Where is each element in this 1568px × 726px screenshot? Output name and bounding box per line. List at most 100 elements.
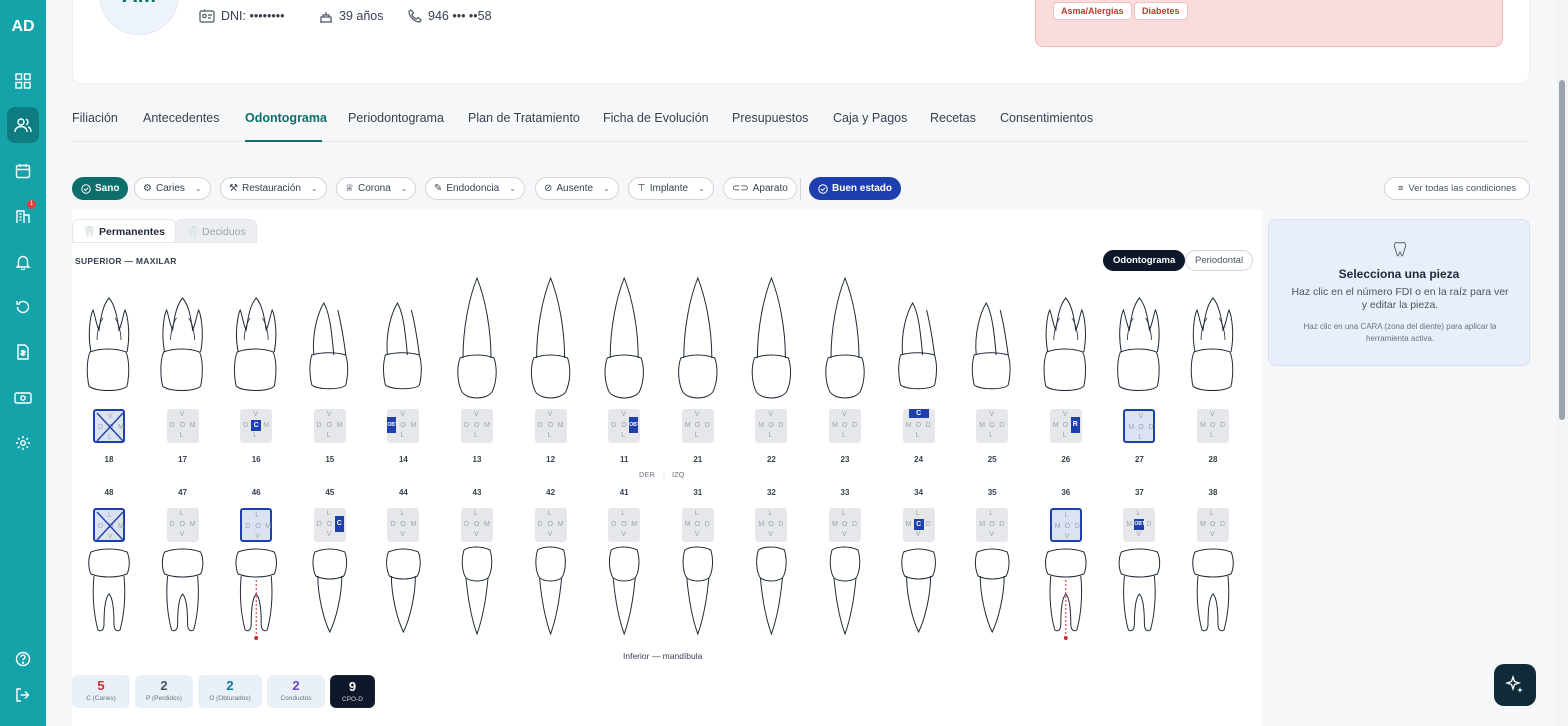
face-letter[interactable]: V [695,531,700,538]
tooth-faces[interactable]: LMODV [976,508,1009,542]
face-letter[interactable]: V [695,411,700,418]
tool-corona-button[interactable]: ♕ Corona ⌄ [336,177,417,200]
tooth-faces[interactable]: LMODV [1049,508,1082,542]
face-letter[interactable]: O [548,521,553,528]
tooth-faces[interactable]: VMODL [829,409,861,443]
face-letter[interactable]: L [768,510,772,517]
face-letter[interactable]: V [916,531,921,538]
tooth-faces[interactable]: LDOMV [93,508,125,542]
face-letter[interactable]: V [548,531,553,538]
fdi-number[interactable]: 33 [830,488,860,497]
fdi-number[interactable]: 36 [1051,488,1081,497]
tooth-faces[interactable]: VMODL [681,409,714,443]
face-letter[interactable]: V [327,531,332,538]
face-letter[interactable]: V [1138,413,1143,420]
face-letter[interactable]: O [842,422,847,429]
tooth-faces[interactable]: VDOMLOBT [608,409,641,443]
face-letter[interactable]: M [410,422,416,429]
face-letter[interactable]: O [989,521,994,528]
face-letter[interactable]: V [327,411,332,418]
face-letter[interactable]: D [170,422,175,429]
tooth-faces[interactable]: LDOMVC [313,508,346,542]
face-letter[interactable]: D [999,521,1004,528]
face-letter[interactable]: M [906,422,912,429]
face-letter[interactable]: M [190,521,196,528]
face-letter[interactable]: D [926,422,931,429]
face-letter[interactable]: L [1210,432,1214,439]
fdi-number[interactable]: 25 [977,455,1007,464]
face-letter[interactable]: D [1220,521,1225,528]
face-letter[interactable]: L [327,432,331,439]
clinic-icon[interactable]: 1 [7,198,39,234]
ai-assistant-button[interactable] [1494,664,1536,706]
tab-plan-tratamiento[interactable]: Plan de Tratamiento [468,111,580,125]
face-letter[interactable]: V [1136,531,1141,538]
face-letter[interactable]: V [400,411,405,418]
face-letter[interactable]: M [758,422,764,429]
face-letter[interactable]: D [464,521,469,528]
tooth-faces[interactable]: LMODVC [902,508,935,542]
fdi-number[interactable]: 18 [94,455,124,464]
face-letter[interactable]: D [611,521,616,528]
face-letter[interactable]: L [1210,510,1214,517]
help-icon[interactable] [7,641,39,677]
face-letter[interactable]: L [916,432,920,439]
calendar-icon[interactable] [7,153,39,189]
tooth-faces[interactable]: VDOML [93,409,125,443]
face-letter[interactable]: O [474,521,479,528]
tooth-faces[interactable]: LMODV [1197,508,1229,542]
face-letter[interactable]: O [400,521,405,528]
tool-aparato-button[interactable]: ⊂⊃ Aparato [723,177,797,200]
fdi-number[interactable]: 21 [683,455,713,464]
fdi-number[interactable]: 44 [388,488,418,497]
face-letter[interactable]: L [621,510,625,517]
face-letter[interactable]: V [989,411,994,418]
face-letter[interactable]: V [1210,531,1215,538]
face-letter[interactable]: L [916,510,920,517]
face-letter[interactable]: V [180,531,185,538]
tab-ficha-evolucion[interactable]: Ficha de Evolución [603,111,709,125]
face-letter[interactable]: L [1063,432,1067,439]
fdi-number[interactable]: 24 [904,455,934,464]
face-letter[interactable]: O [1138,424,1143,431]
face-letter[interactable]: M [1200,521,1206,528]
tooth-faces[interactable]: VDOML [461,409,493,443]
fdi-number[interactable]: 17 [168,455,198,464]
settings-icon[interactable] [7,425,39,461]
face-letter[interactable]: O [842,521,847,528]
face-letter[interactable]: O [1210,422,1215,429]
face-letter[interactable]: D [243,422,248,429]
face-letter[interactable]: O [768,422,773,429]
tooth-faces[interactable]: LMODV [681,508,714,542]
tooth-faces[interactable]: VDOMLOBT [387,409,420,443]
face-letter[interactable]: V [255,533,260,540]
tooth-faces[interactable]: LDOMV [534,508,567,542]
tooth-faces[interactable]: VMODL [1197,409,1229,443]
fdi-number[interactable]: 46 [241,488,271,497]
face-letter[interactable]: L [253,432,257,439]
face-letter[interactable]: L [621,432,625,439]
face-letter[interactable]: O [1065,523,1070,530]
face-letter[interactable]: D [1220,422,1225,429]
face-letter[interactable]: L [548,432,552,439]
face-letter[interactable]: O [916,422,921,429]
fdi-number[interactable]: 28 [1198,455,1228,464]
face-letter[interactable]: M [558,521,564,528]
tooth-faces[interactable]: LDOMV [461,508,493,542]
fdi-number[interactable]: 37 [1124,488,1154,497]
fdi-number[interactable]: 16 [241,455,271,464]
face-letter[interactable]: V [842,531,847,538]
fdi-number[interactable]: 45 [315,488,345,497]
tooth-faces[interactable]: LDOMV [166,508,199,542]
face-letter[interactable]: O [768,521,773,528]
face-letter[interactable]: M [979,422,985,429]
tool-restauracion-button[interactable]: ⚒ Restauración ⌄ [220,177,327,200]
face-letter[interactable]: V [180,411,185,418]
face-letter[interactable]: L [400,510,404,517]
tooth-faces[interactable]: LMODVOBT [1123,508,1156,542]
face-letter[interactable]: V [621,531,626,538]
face-letter[interactable]: L [548,510,552,517]
dashboard-icon[interactable] [7,63,39,99]
tooth-faces[interactable]: LMODV [829,508,861,542]
face-letter[interactable]: O [1063,422,1068,429]
